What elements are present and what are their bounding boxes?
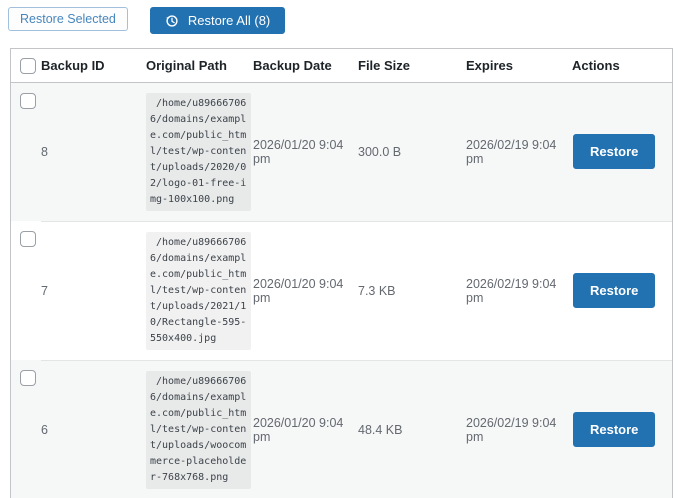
column-header-original-path: Original Path (146, 49, 253, 82)
column-header-actions: Actions (572, 49, 672, 82)
file-size-cell: 7.3 KB (358, 221, 466, 360)
select-all-checkbox[interactable] (20, 58, 36, 74)
actions-cell: Restore (572, 360, 672, 498)
row-checkbox[interactable] (20, 370, 36, 386)
table-row: 7 /home/u896667066/domains/example.com/p… (11, 221, 672, 360)
backups-table-container: Backup ID Original Path Backup Date File… (10, 48, 673, 498)
original-path-cell: /home/u896667066/domains/example.com/pub… (146, 360, 253, 498)
toolbar: Restore Selected Restore All (8) (0, 0, 680, 34)
table-row: 8 /home/u896667066/domains/example.com/p… (11, 82, 672, 221)
restore-button[interactable]: Restore (573, 273, 655, 308)
backup-path: /home/u896667066/domains/example.com/pub… (146, 371, 251, 489)
column-header-file-size: File Size (358, 49, 466, 82)
file-size-cell: 300.0 B (358, 82, 466, 221)
row-select-cell (11, 221, 41, 360)
restore-button[interactable]: Restore (573, 412, 655, 447)
expires-cell: 2026/02/19 9:04 pm (466, 221, 572, 360)
restore-button[interactable]: Restore (573, 134, 655, 169)
column-header-backup-date: Backup Date (253, 49, 358, 82)
original-path-cell: /home/u896667066/domains/example.com/pub… (146, 82, 253, 221)
expires-cell: 2026/02/19 9:04 pm (466, 82, 572, 221)
backup-date-cell: 2026/01/20 9:04 pm (253, 360, 358, 498)
column-header-backup-id: Backup ID (41, 49, 146, 82)
backup-date-cell: 2026/01/20 9:04 pm (253, 82, 358, 221)
file-size-cell: 48.4 KB (358, 360, 466, 498)
original-path-cell: /home/u896667066/domains/example.com/pub… (146, 221, 253, 360)
actions-cell: Restore (572, 221, 672, 360)
backup-path: /home/u896667066/domains/example.com/pub… (146, 93, 251, 211)
backup-id-cell: 6 (41, 360, 146, 498)
row-select-cell (11, 360, 41, 498)
restore-all-label: Restore All (8) (188, 13, 270, 28)
backup-path: /home/u896667066/domains/example.com/pub… (146, 232, 251, 350)
actions-cell: Restore (572, 82, 672, 221)
backup-id-cell: 7 (41, 221, 146, 360)
clock-restore-icon (165, 14, 179, 28)
expires-cell: 2026/02/19 9:04 pm (466, 360, 572, 498)
backups-table: Backup ID Original Path Backup Date File… (11, 49, 672, 498)
restore-all-button[interactable]: Restore All (8) (150, 7, 285, 34)
table-row: 6 /home/u896667066/domains/example.com/p… (11, 360, 672, 498)
column-header-expires: Expires (466, 49, 572, 82)
table-header-row: Backup ID Original Path Backup Date File… (11, 49, 672, 82)
select-all-cell (11, 49, 41, 82)
backup-id-cell: 8 (41, 82, 146, 221)
restore-selected-button[interactable]: Restore Selected (8, 7, 128, 31)
row-checkbox[interactable] (20, 93, 36, 109)
row-checkbox[interactable] (20, 231, 36, 247)
backup-date-cell: 2026/01/20 9:04 pm (253, 221, 358, 360)
row-select-cell (11, 82, 41, 221)
